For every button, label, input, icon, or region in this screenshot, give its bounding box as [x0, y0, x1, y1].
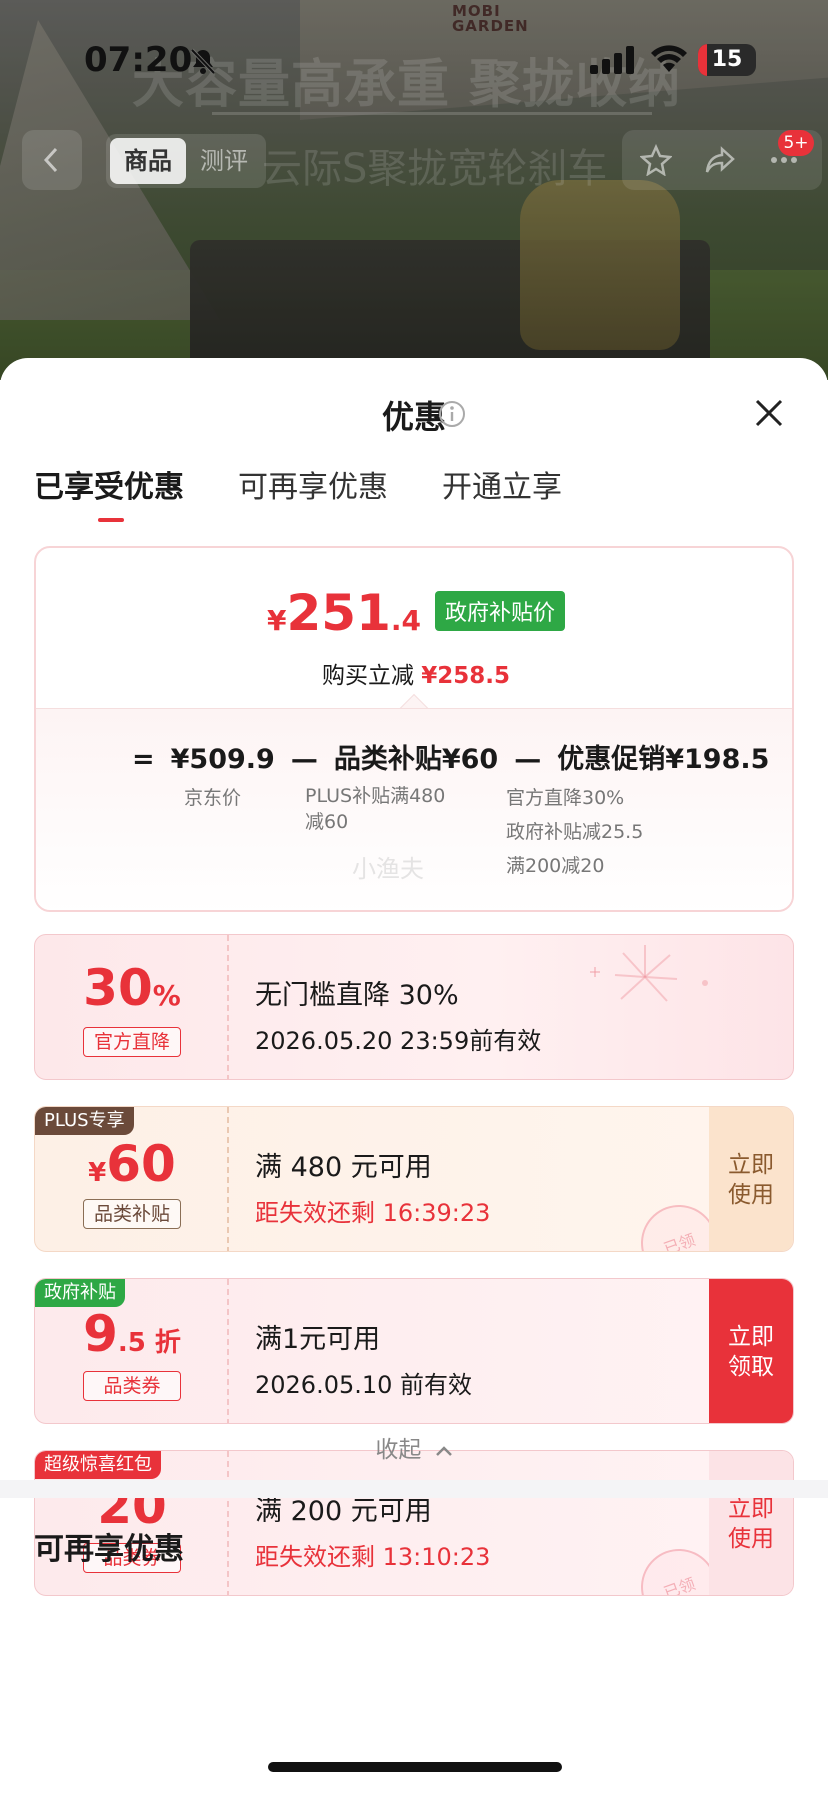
coupon-condition: 无门槛直降 30%	[255, 980, 459, 1011]
price-breakdown: = ¥509.9 — 品类补贴¥60 — 优惠促销¥198.5 京东价 PLUS…	[36, 708, 792, 910]
status-time: 07:20	[84, 40, 193, 80]
price-equation: = ¥509.9 — 品类补贴¥60 — 优惠促销¥198.5	[132, 737, 769, 776]
chevron-left-icon	[43, 147, 58, 173]
coupon-condition: 满 480 元可用	[255, 1152, 432, 1183]
discount-sheet: 优惠 已享受优惠 可再享优惠 开通立享 ¥ 251 .4 政府补贴价 购买立减	[0, 358, 828, 1796]
promo-discount: 优惠促销¥198.5	[557, 744, 770, 775]
coupon-validity: 2026.05.10 前有效	[255, 1371, 473, 1399]
coupon-value-area: 30% 官方直降	[35, 935, 229, 1079]
star-icon[interactable]	[640, 144, 672, 176]
final-price: ¥ 251 .4	[267, 584, 421, 642]
coupon-validity: 2026.05.20 23:59前有效	[255, 1027, 542, 1055]
watermark: 小渔夫	[352, 855, 424, 883]
bell-muted-icon	[190, 48, 216, 75]
coupon-red-packet: 20 品类券 超级惊喜红包 满 200 元可用 距失效还剩 13:10:23 已…	[34, 1450, 794, 1596]
use-now-button[interactable]: 立即 使用	[709, 1107, 793, 1251]
coupon-corner-label: PLUS专享	[35, 1107, 134, 1135]
coupon-gov-subsidy: 9.5 折 品类券 政府补贴 满1元可用 2026.05.10 前有效 立即 领…	[34, 1278, 794, 1424]
section-divider	[0, 1480, 828, 1498]
final-price-row: ¥ 251 .4 政府补贴价	[36, 584, 792, 642]
battery-percent: 15	[711, 47, 743, 72]
coupon-plus-subsidy: ¥60 品类补贴 PLUS专享 满 480 元可用 距失效还剩 16:39:23…	[34, 1106, 794, 1252]
coupon-value-suffix: %	[152, 979, 181, 1012]
summary-top: ¥ 251 .4 政府补贴价 购买立减 ¥258.5	[36, 548, 792, 708]
tab-enjoyed-discounts[interactable]: 已享受优惠	[34, 462, 184, 522]
note-line: 政府补贴减25.5	[506, 821, 644, 843]
note-line: 满200减20	[506, 855, 605, 877]
collapse-label: 收起	[375, 1437, 422, 1463]
jd-price-notes: 京东价	[184, 781, 241, 815]
back-button[interactable]	[22, 130, 82, 190]
promo-notes: 官方直降30% 政府补贴减25.5 满200减20	[506, 781, 643, 883]
coupon-corner-label: 政府补贴	[35, 1279, 125, 1307]
coupon-condition: 满1元可用	[255, 1324, 381, 1355]
wifi-icon	[651, 45, 687, 72]
instant-discount-row: 购买立减 ¥258.5	[36, 656, 792, 690]
coupon-type-tag: 品类券	[83, 1371, 181, 1401]
coupon-value: ¥60	[35, 1135, 229, 1193]
discount-tabs: 已享受优惠 可再享优惠 开通立享	[34, 462, 562, 522]
price-integer: 251	[286, 584, 391, 642]
product-nav-tabs: 商品 测评	[106, 134, 266, 188]
collapse-button[interactable]: 收起	[0, 1430, 828, 1464]
coupon-value: 9.5 折	[35, 1305, 229, 1363]
note-line: 京东价	[184, 787, 242, 809]
note-line: 官方直降30%	[506, 787, 625, 809]
coupon-value-main: 30	[83, 959, 153, 1017]
note-line: 减60	[305, 811, 349, 833]
coupon-value-suffix: .5 折	[117, 1328, 181, 1358]
coupon-value-main: 9	[83, 1305, 118, 1363]
fireworks-decoration-icon	[590, 945, 708, 1002]
chevron-up-icon	[435, 1446, 452, 1456]
category-subsidy: 品类补贴¥60	[333, 744, 499, 775]
claim-now-button[interactable]: 立即 领取	[709, 1279, 793, 1423]
coupon-countdown: 距失效还剩 13:10:23	[255, 1543, 491, 1571]
coupon-value: 30%	[35, 959, 229, 1017]
coupon-value-main: 60	[106, 1135, 176, 1193]
coupon-type-tag: 官方直降	[83, 1027, 181, 1057]
equals-sign: =	[132, 744, 155, 775]
sheet-title: 优惠	[381, 398, 446, 436]
tab-more-discounts[interactable]: 可再享优惠	[238, 462, 388, 506]
minus-sign: —	[290, 744, 318, 775]
coupon-value-prefix: ¥	[88, 1158, 107, 1188]
use-now-button[interactable]: 立即 使用	[709, 1451, 793, 1595]
share-icon[interactable]	[704, 144, 736, 176]
price-decimal: .4	[390, 604, 421, 637]
price-summary-card: ¥ 251 .4 政府补贴价 购买立减 ¥258.5 = ¥509.9 — 品类…	[34, 546, 794, 912]
battery-indicator: 15	[698, 44, 756, 76]
coupon-type-tag: 品类补贴	[83, 1199, 181, 1229]
gov-subsidy-price-tag: 政府补贴价	[434, 591, 565, 631]
instant-discount-amount: ¥258.5	[421, 663, 511, 689]
more-discounts-heading: 可再享优惠	[34, 1532, 184, 1567]
info-icon[interactable]	[438, 400, 466, 428]
tab-activate-enjoy[interactable]: 开通立享	[442, 462, 562, 506]
coupon-countdown: 距失效还剩 16:39:23	[255, 1199, 491, 1227]
message-count-badge: 5+	[778, 130, 814, 156]
home-indicator	[268, 1762, 562, 1772]
price-currency: ¥	[267, 604, 287, 637]
tab-review[interactable]: 测评	[186, 138, 262, 184]
cellular-signal-icon	[590, 46, 634, 74]
coupon-official-discount: 30% 官方直降 无门槛直降 30% 2026.05.20 23:59前有效	[34, 934, 794, 1080]
minus-sign: —	[514, 744, 542, 775]
tab-product[interactable]: 商品	[110, 138, 186, 184]
category-notes: PLUS补贴满480 减60	[305, 783, 455, 835]
jd-price: ¥509.9	[170, 744, 275, 775]
instant-discount-label: 购买立减	[321, 663, 414, 689]
status-bar: 07:20 15	[0, 0, 828, 120]
note-line: PLUS补贴满480	[305, 785, 446, 807]
close-icon[interactable]	[752, 396, 786, 430]
